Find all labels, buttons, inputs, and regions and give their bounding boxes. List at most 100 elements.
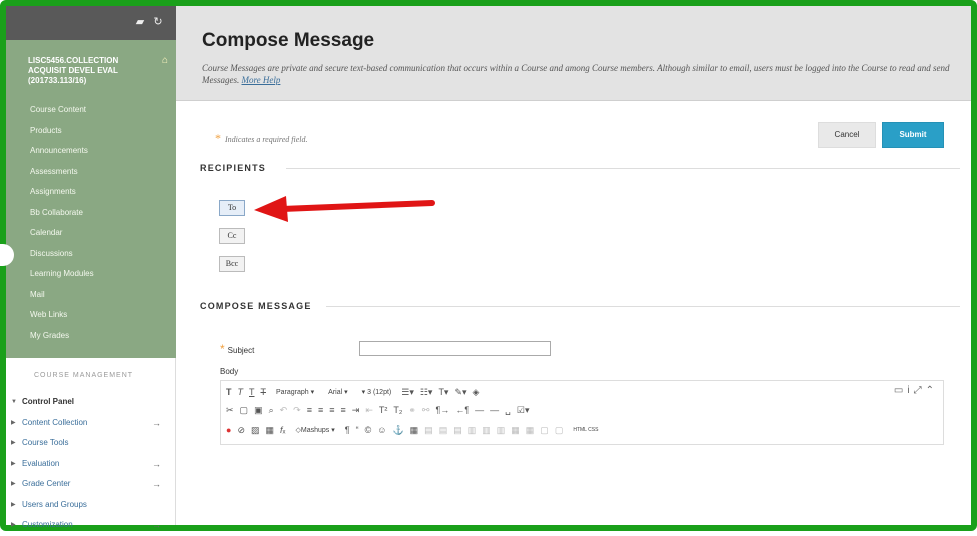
sidebar-item-assessments[interactable]: Assessments — [6, 162, 176, 183]
justify-icon[interactable]: ≡ — [341, 405, 346, 415]
image-icon[interactable]: ▨ — [251, 425, 260, 436]
record-icon[interactable]: ● — [226, 425, 231, 435]
more-help-link[interactable]: More Help — [242, 75, 281, 85]
table-icon[interactable]: ▦ — [410, 425, 419, 436]
mashups-select-value: Mashups — [300, 427, 330, 434]
sidebar-item-calendar[interactable]: Calendar — [6, 223, 176, 244]
undo-icon[interactable]: ↶ — [280, 405, 288, 416]
formula-icon[interactable]: fₓ — [280, 425, 285, 435]
mashups-select[interactable]: ◇Mashups ▾ — [291, 425, 338, 435]
fullscreen-icon[interactable]: ⤢ — [914, 385, 926, 396]
arrow-right-icon[interactable]: → — [152, 515, 161, 536]
copyright-icon[interactable]: © — [365, 425, 372, 435]
subscript-icon[interactable]: T₂ — [393, 405, 402, 415]
table-row-after-icon[interactable]: ▤ — [439, 425, 448, 436]
table-cell-icon[interactable]: ▢ — [540, 425, 549, 436]
users-and-groups-item[interactable]: ▶ Users and Groups — [6, 495, 175, 516]
course-title[interactable]: LISC5456.COLLECTION ACQUISIT DEVEL EVAL … — [6, 40, 176, 86]
underline-icon[interactable]: T — [249, 387, 255, 397]
table-col-before-icon[interactable]: ▥ — [468, 425, 477, 436]
page-description: Course Messages are private and secure t… — [202, 62, 962, 86]
bold-icon[interactable]: T — [226, 387, 232, 397]
customization-item[interactable]: ▶ Customization → — [6, 515, 175, 536]
bullet-list-icon[interactable]: ☰▾ — [401, 387, 414, 398]
strikethrough-icon[interactable]: T — [261, 387, 267, 397]
paste-icon[interactable]: ▣ — [254, 405, 263, 416]
body-text-area[interactable] — [220, 444, 944, 525]
quote-icon[interactable]: “ — [356, 425, 359, 435]
align-left-icon[interactable]: ≡ — [307, 405, 312, 415]
table-col-after-icon[interactable]: ▥ — [482, 425, 491, 436]
font-select[interactable]: Arial ▾ — [324, 387, 351, 397]
copy-icon[interactable]: ▢ — [240, 405, 249, 416]
bcc-button[interactable]: Bcc — [219, 256, 245, 272]
cc-button[interactable]: Cc — [219, 228, 245, 244]
evaluation-item[interactable]: ▶ Evaluation → — [6, 454, 175, 475]
arrow-right-icon[interactable]: → — [152, 474, 161, 495]
space-icon[interactable]: ␣ — [505, 405, 511, 416]
align-right-icon[interactable]: ≡ — [329, 405, 334, 415]
grade-center-label: Grade Center — [22, 479, 71, 488]
table-merge-icon[interactable]: ▦ — [526, 425, 535, 436]
indent-icon[interactable]: ⇥ — [352, 405, 360, 416]
sidebar-item-learning-modules[interactable]: Learning Modules — [6, 264, 176, 285]
grade-center-item[interactable]: ▶ Grade Center → — [6, 474, 175, 495]
table-row-before-icon[interactable]: ▤ — [424, 425, 433, 436]
superscript-icon[interactable]: T² — [379, 405, 388, 415]
html-css-button[interactable]: HTML CSS — [569, 426, 602, 434]
paragraph-mark-icon[interactable]: ¶ — [345, 425, 350, 435]
caret-right-icon: ▶ — [11, 460, 16, 467]
folder-icon[interactable]: ▰ — [134, 16, 146, 28]
content-collection-label: Content Collection — [22, 417, 88, 427]
cancel-button[interactable]: Cancel — [818, 122, 876, 148]
dash-icon[interactable]: — — [490, 405, 499, 415]
arrow-right-icon[interactable]: → — [152, 454, 161, 475]
media-icon[interactable]: ▦ — [266, 425, 275, 436]
arrow-right-icon[interactable]: → — [152, 413, 161, 434]
paragraph-select[interactable]: Paragraph ▾ — [272, 387, 318, 397]
to-button[interactable]: To — [219, 200, 245, 216]
unlink-icon[interactable]: ⚯ — [422, 405, 430, 416]
anchor-icon[interactable]: ⚓ — [392, 425, 403, 436]
attach-icon[interactable]: ⊘ — [237, 425, 245, 436]
find-icon[interactable]: ⌕ — [269, 405, 274, 416]
table-delete-row-icon[interactable]: ▤ — [453, 425, 462, 436]
subject-input[interactable] — [359, 341, 551, 356]
sidebar-item-course-content[interactable]: Course Content — [6, 100, 176, 121]
sidebar-item-mail[interactable]: Mail — [6, 285, 176, 306]
table-split-icon[interactable]: ▦ — [511, 425, 520, 436]
content-collection-item[interactable]: ▶ Content Collection → — [6, 413, 175, 434]
spellcheck-icon[interactable]: ☑▾ — [517, 405, 530, 416]
align-center-icon[interactable]: ≡ — [318, 405, 323, 415]
eraser-icon[interactable]: ◈ — [473, 387, 480, 398]
redo-icon[interactable]: ↷ — [293, 405, 301, 416]
preview-icon[interactable]: ▭ — [894, 385, 907, 396]
control-panel-item[interactable]: ▼ Control Panel — [6, 392, 175, 413]
sidebar-item-bb-collaborate[interactable]: Bb Collaborate — [6, 203, 176, 224]
table-delete-col-icon[interactable]: ▥ — [497, 425, 506, 436]
highlight-icon[interactable]: ✎▾ — [454, 387, 466, 398]
table-props-icon[interactable]: ▢ — [555, 425, 564, 436]
italic-icon[interactable]: T — [238, 387, 244, 397]
ltr-icon[interactable]: ¶→ — [435, 405, 449, 415]
refresh-icon[interactable]: ↻ — [152, 16, 164, 28]
submit-button[interactable]: Submit — [882, 122, 944, 148]
text-format-icon[interactable]: T▾ — [438, 387, 448, 398]
home-icon[interactable]: ⌂ — [162, 56, 168, 66]
rtl-icon[interactable]: ←¶ — [455, 405, 469, 415]
sidebar-item-products[interactable]: Products — [6, 121, 176, 142]
collapse-icon[interactable]: ⌃ — [926, 385, 938, 396]
sidebar-item-web-links[interactable]: Web Links — [6, 305, 176, 326]
emoticon-icon[interactable]: ☺ — [377, 425, 386, 435]
numbered-list-icon[interactable]: ☷▾ — [420, 387, 433, 398]
outdent-icon[interactable]: ⇤ — [365, 405, 373, 416]
sidebar-item-assignments[interactable]: Assignments — [6, 182, 176, 203]
link-icon[interactable]: ⚭ — [408, 405, 416, 416]
course-tools-item[interactable]: ▶ Course Tools — [6, 433, 175, 454]
sidebar-item-my-grades[interactable]: My Grades — [6, 326, 176, 347]
size-select[interactable]: ▾ 3 (12pt) — [358, 387, 396, 397]
sidebar-item-discussions[interactable]: Discussions — [6, 244, 176, 265]
horizontal-rule-icon[interactable]: — — [475, 405, 484, 415]
cut-icon[interactable]: ✂ — [226, 405, 234, 416]
sidebar-item-announcements[interactable]: Announcements — [6, 141, 176, 162]
